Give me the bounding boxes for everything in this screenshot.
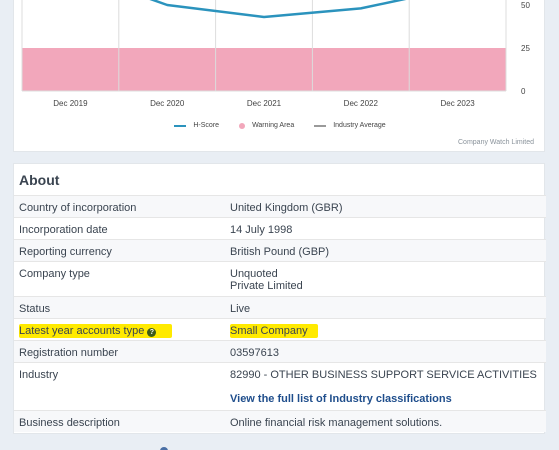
chart-source-credit: Company Watch Limited — [458, 139, 534, 146]
row-label: Incorporation date — [19, 224, 108, 236]
highlight-marker: Latest year accounts type? — [19, 324, 173, 338]
row-value: 82990 - OTHER BUSINESS SUPPORT SERVICE A… — [230, 369, 537, 381]
x-tick-label: Dec 2019 — [53, 99, 88, 108]
accounts-type-label: Latest year accounts type — [19, 325, 145, 337]
about-row-accounts-type: Latest year accounts type? Small Company — [14, 318, 546, 340]
h-score-chart: Dec 2019 Dec 2020 Dec 2021 Dec 2022 Dec 2023… — [21, 0, 530, 108]
y-tick-label: 50 — [521, 1, 530, 10]
legend-item-h-score[interactable]: H-Score — [174, 122, 219, 129]
row-value: 14 July 1998 — [230, 224, 293, 236]
row-label: Industry — [19, 369, 59, 381]
h-score-series-line — [149, 0, 407, 19]
about-row-company-type: Company type Unquoted Private Limited — [14, 261, 546, 296]
about-row-business-description: Business description Online financial ri… — [14, 410, 546, 432]
about-row-industry: Industry 82990 - OTHER BUSINESS SUPPORT … — [14, 362, 546, 410]
x-tick-label: Dec 2022 — [344, 99, 379, 108]
row-label-highlighted: Latest year accounts type? — [19, 324, 173, 338]
industry-classifications-link[interactable]: View the full list of Industry classific… — [230, 393, 452, 405]
legend-item-warning-area[interactable]: Warning Area — [239, 122, 294, 129]
accounts-type-value: Small Company — [230, 325, 308, 337]
h-score-chart-card: Dec 2019 Dec 2020 Dec 2021 Dec 2022 Dec 2023… — [13, 0, 545, 152]
about-row-registration-number: Registration number 03597613 — [14, 340, 546, 362]
row-value: Unquoted — [230, 268, 278, 280]
x-tick-label: Dec 2023 — [440, 99, 475, 108]
about-heading: About — [19, 172, 60, 188]
x-tick-label: Dec 2020 — [150, 99, 185, 108]
about-row-currency: Reporting currency British Pound (GBP) — [14, 239, 546, 261]
warning-area-swatch — [239, 122, 246, 129]
about-row-status: Status Live — [14, 296, 546, 318]
row-value: 03597613 — [230, 347, 279, 359]
y-tick-label: 0 — [521, 87, 526, 96]
h-score-line-swatch — [174, 124, 187, 127]
about-table: Country of incorporation United Kingdom … — [14, 195, 546, 432]
row-value: British Pound (GBP) — [230, 246, 330, 258]
highlight-marker: Small Company — [230, 324, 318, 338]
about-section: About Country of incorporation United Ki… — [13, 163, 546, 434]
row-value: Online financial risk management solutio… — [230, 417, 443, 429]
legend-label-h-score: H-Score — [193, 122, 220, 129]
legend-item-industry-average[interactable]: Industry Average — [314, 122, 386, 129]
row-label: Business description — [19, 417, 120, 429]
about-row-incorporation-date: Incorporation date 14 July 1998 — [14, 217, 546, 239]
row-label: Reporting currency — [19, 246, 112, 258]
question-circle-icon[interactable]: ? — [147, 328, 157, 337]
legend-label-warning-area: Warning Area — [252, 122, 295, 129]
row-value: Live — [230, 303, 251, 315]
row-label: Company type — [19, 268, 90, 280]
legend-label-industry-average: Industry Average — [333, 122, 386, 129]
warning-area-band — [22, 48, 506, 91]
chart-legend: H-Score Warning Area Industry Average — [14, 122, 546, 129]
row-label: Registration number — [19, 347, 119, 359]
row-value: United Kingdom (GBR) — [230, 202, 343, 214]
row-label: Country of incorporation — [19, 202, 137, 214]
row-value-secondary: Private Limited — [230, 280, 303, 292]
x-tick-label: Dec 2021 — [247, 99, 282, 108]
industry-average-swatch — [314, 124, 327, 127]
y-tick-label: 25 — [521, 44, 530, 53]
row-label: Status — [19, 303, 51, 315]
about-row-country: Country of incorporation United Kingdom … — [14, 195, 546, 217]
row-value-highlighted: Small Company — [230, 324, 318, 338]
